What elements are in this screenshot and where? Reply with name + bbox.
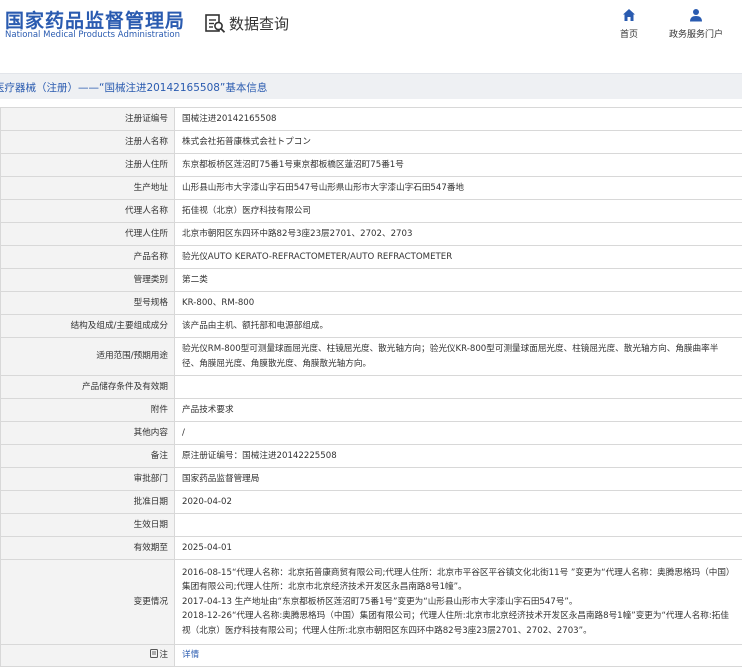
data-query-label: 数据查询 [229, 14, 290, 33]
page-title: 医疗器械（注册）——“国械注进20142165508”基本信息 [0, 82, 268, 94]
nav-home-link[interactable]: 首页 [599, 8, 659, 40]
row-value: 东京都板桥区莲沼町75番1号東京都板橋区蓮沼町75番1号 [174, 153, 742, 177]
row-label: 其他内容 [0, 421, 175, 445]
row-value: 国械注进20142165508 [174, 107, 742, 131]
row-label: 注册人住所 [0, 153, 175, 177]
row-label: 变更情况 [0, 559, 175, 645]
row-label: 备注 [0, 444, 175, 468]
table-row: 批准日期 2020-04-02 [0, 490, 742, 514]
row-label: 有效期至 [0, 536, 175, 560]
table-row: 备注 原注册证编号：国械注进20142225508 [0, 444, 742, 468]
row-label: 生产地址 [0, 176, 175, 200]
row-value: 国家药品监督管理局 [174, 467, 742, 491]
table-row: 代理人名称 拓佳视（北京）医疗科技有限公司 [0, 199, 742, 223]
site-logo-title[interactable]: 国家药品监督管理局 [5, 6, 185, 33]
row-value: 山形县山形市大字漆山字石田547号山形県山形市大字漆山字石田547番地 [174, 176, 742, 200]
row-value: 2025-04-01 [174, 536, 742, 560]
row-label: 注册证编号 [0, 107, 175, 131]
table-row: 注 详情 [0, 644, 742, 667]
data-search-icon [205, 14, 226, 33]
row-value: 产品技术要求 [174, 398, 742, 422]
note-icon [150, 649, 159, 658]
table-row: 产品名称 验光仪AUTO KERATO-REFRACTOMETER/AUTO R… [0, 245, 742, 269]
table-row: 变更情况 2016-08-15“代理人名称：北京拓普康商贸有限公司;代理人住所：… [0, 559, 742, 645]
row-label: 批准日期 [0, 490, 175, 514]
row-label: 注 [159, 650, 168, 660]
row-value: 2020-04-02 [174, 490, 742, 514]
change-entry: 2017-04-13 生产地址由“东京都板桥区莲沼町75番1号”变更为“山形县山… [182, 596, 578, 607]
row-label: 型号规格 [0, 291, 175, 315]
data-query-link[interactable]: 数据查询 [204, 11, 289, 35]
table-row: 注册证编号 国械注进20142165508 [0, 107, 742, 131]
row-value: 原注册证编号：国械注进20142225508 [174, 444, 742, 468]
row-value: 北京市朝阳区东四环中路82号3座23层2701、2702、2703 [174, 222, 742, 246]
title-bar: 医疗器械（注册）——“国械注进20142165508”基本信息 [0, 73, 742, 99]
row-label: 结构及组成/主要组成成分 [0, 314, 175, 338]
row-value: 拓佳视（北京）医疗科技有限公司 [174, 199, 742, 223]
table-row: 适用范围/预期用途 验光仪RM-800型可测量球面屈光度、柱镜屈光度、散光轴方向… [0, 337, 742, 376]
row-value: KR-800、RM-800 [174, 291, 742, 315]
row-value [174, 513, 742, 537]
row-value: 第二类 [174, 268, 742, 292]
row-label: 生效日期 [0, 513, 175, 537]
row-value [174, 375, 742, 399]
row-label: 代理人住所 [0, 222, 175, 246]
row-value: / [174, 421, 742, 445]
row-label: 附件 [0, 398, 175, 422]
table-row: 生产地址 山形县山形市大字漆山字石田547号山形県山形市大字漆山字石田547番地 [0, 176, 742, 200]
note-label-cell: 注 [0, 644, 175, 667]
details-link[interactable]: 详情 [182, 650, 199, 660]
table-row: 审批部门 国家药品监督管理局 [0, 467, 742, 491]
site-header: 国家药品监督管理局 National Medical Products Admi… [0, 0, 742, 62]
table-row: 有效期至 2025-04-01 [0, 536, 742, 560]
device-info-table: 注册证编号 国械注进20142165508 注册人名称 株式会社拓普康株式会社ト… [0, 107, 742, 667]
table-row: 注册人住所 东京都板桥区莲沼町75番1号東京都板橋区蓮沼町75番1号 [0, 153, 742, 177]
nav-portal-label: 政务服务门户 [668, 30, 723, 40]
row-value: 验光仪AUTO KERATO-REFRACTOMETER/AUTO REFRAC… [174, 245, 742, 269]
row-value: 该产品由主机、额托部和电源部组成。 [174, 314, 742, 338]
user-icon [690, 9, 702, 22]
row-label: 管理类别 [0, 268, 175, 292]
table-row: 生效日期 [0, 513, 742, 537]
change-entry: 2016-08-15“代理人名称：北京拓普康商贸有限公司;代理人住所：北京市平谷… [182, 567, 731, 593]
table-row: 注册人名称 株式会社拓普康株式会社トプコン [0, 130, 742, 154]
row-label: 产品储存条件及有效期 [0, 375, 175, 399]
row-label: 产品名称 [0, 245, 175, 269]
nav-home-label: 首页 [619, 30, 638, 40]
table-row: 代理人住所 北京市朝阳区东四环中路82号3座23层2701、2702、2703 [0, 222, 742, 246]
row-label: 注册人名称 [0, 130, 175, 154]
row-label: 审批部门 [0, 467, 175, 491]
site-logo-subtitle: National Medical Products Administration [5, 30, 180, 40]
nav-portal-link[interactable]: 政务服务门户 [666, 8, 726, 40]
home-icon [623, 9, 635, 21]
change-history-cell: 2016-08-15“代理人名称：北京拓普康商贸有限公司;代理人住所：北京市平谷… [174, 559, 742, 645]
note-value-cell: 详情 [174, 644, 742, 667]
table-row: 结构及组成/主要组成成分 该产品由主机、额托部和电源部组成。 [0, 314, 742, 338]
table-row: 型号规格 KR-800、RM-800 [0, 291, 742, 315]
table-row: 产品储存条件及有效期 [0, 375, 742, 399]
table-row: 附件 产品技术要求 [0, 398, 742, 422]
table-row: 其他内容 / [0, 421, 742, 445]
table-row: 管理类别 第二类 [0, 268, 742, 292]
row-value: 株式会社拓普康株式会社トプコン [174, 130, 742, 154]
row-value: 验光仪RM-800型可测量球面屈光度、柱镜屈光度、散光轴方向；验光仪KR-800… [174, 337, 742, 376]
row-label: 代理人名称 [0, 199, 175, 223]
row-label: 适用范围/预期用途 [0, 337, 175, 376]
change-entry: 2018-12-26“代理人名称:奥腾思格玛（中国）集团有限公司；代理人住所:北… [182, 611, 729, 636]
